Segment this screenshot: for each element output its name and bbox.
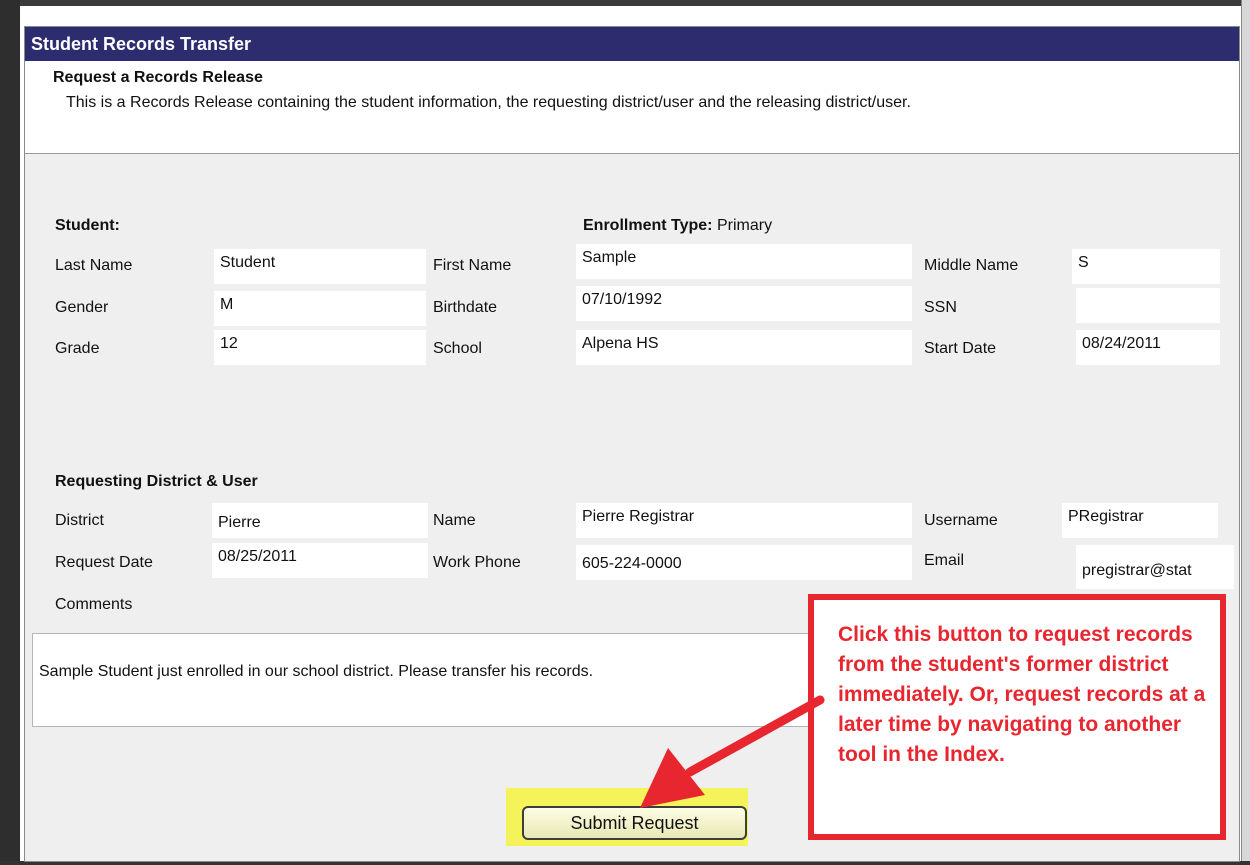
school-field: Alpena HS <box>576 330 912 365</box>
enrollment-type-label: Enrollment Type: <box>583 217 713 234</box>
student-section-label: Student: <box>55 217 120 234</box>
panel-title: Student Records Transfer <box>25 27 1239 61</box>
last-name-field: Student <box>214 249 426 284</box>
name-field: Pierre Registrar <box>576 503 912 538</box>
window-left-edge <box>0 0 20 865</box>
gender-field: M <box>214 291 426 326</box>
first-name-field: Sample <box>576 244 912 279</box>
username-field: PRegistrar <box>1062 503 1218 538</box>
ssn-label: SSN <box>924 299 957 316</box>
middle-name-label: Middle Name <box>924 257 1019 274</box>
username-label: Username <box>924 512 998 529</box>
callout-text: Click this button to request records fro… <box>838 623 1206 766</box>
window-right-scrollbar[interactable] <box>1241 0 1250 865</box>
page-description: This is a Records Release containing the… <box>66 94 911 111</box>
start-date-field: 08/24/2011 <box>1076 330 1220 365</box>
request-date-field: 08/25/2011 <box>212 543 428 578</box>
grade-field: 12 <box>214 330 426 365</box>
comments-textarea[interactable]: Sample Student just enrolled in our scho… <box>32 633 932 727</box>
submit-request-button[interactable]: Submit Request <box>522 806 747 840</box>
request-date-label: Request Date <box>55 554 153 571</box>
name-label: Name <box>433 512 476 529</box>
instruction-callout: Click this button to request records fro… <box>808 594 1226 840</box>
comments-text: Sample Student just enrolled in our scho… <box>39 663 594 680</box>
district-field: Pierre <box>212 503 428 538</box>
middle-name-field: S <box>1072 249 1220 284</box>
app-window: Student Records Transfer Request a Recor… <box>0 0 1250 865</box>
window-top-edge <box>0 0 1250 6</box>
email-field: pregistrar@stat <box>1076 545 1234 589</box>
grade-label: Grade <box>55 340 100 357</box>
last-name-label: Last Name <box>55 257 133 274</box>
requesting-section-label: Requesting District & User <box>55 473 258 490</box>
work-phone-field: 605-224-0000 <box>576 545 912 580</box>
school-label: School <box>433 340 482 357</box>
ssn-field <box>1076 288 1220 323</box>
enrollment-type-value: Primary <box>716 217 773 234</box>
gender-label: Gender <box>55 299 109 316</box>
page-title: Request a Records Release <box>53 69 263 86</box>
email-label: Email <box>924 552 965 569</box>
comments-label: Comments <box>55 596 133 613</box>
district-label: District <box>55 512 104 529</box>
enrollment-type: Enrollment Type: Primary <box>583 217 772 235</box>
page-header: Request a Records Release This is a Reco… <box>25 61 1239 154</box>
birthdate-field: 07/10/1992 <box>576 286 912 321</box>
work-phone-label: Work Phone <box>433 554 521 571</box>
start-date-label: Start Date <box>924 340 997 357</box>
first-name-label: First Name <box>433 257 512 274</box>
birthdate-label: Birthdate <box>433 299 498 316</box>
